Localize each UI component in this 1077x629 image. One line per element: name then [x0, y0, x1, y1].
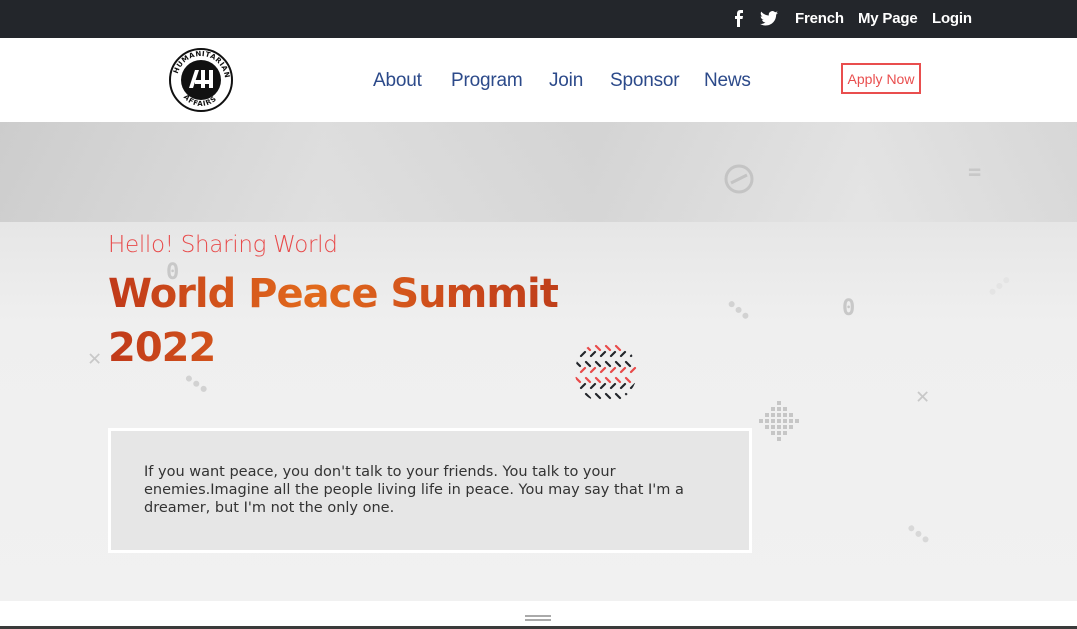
login-link[interactable]: Login [932, 10, 972, 27]
language-link[interactable]: French [795, 10, 844, 27]
hero-background-image [0, 122, 1077, 222]
decorative-dot-diamond [759, 401, 799, 441]
nav-program[interactable]: Program [451, 70, 523, 92]
decorative-circle-icon [724, 164, 754, 194]
section-divider [0, 601, 1077, 629]
hero-kicker: Hello! Sharing World [108, 232, 338, 258]
decorative-dots [180, 374, 208, 400]
site-header: HUMANITARIAN AFFAIRS About Program Join … [0, 38, 1077, 122]
decorative-dots [902, 524, 930, 550]
twitter-icon[interactable] [760, 11, 778, 31]
apply-now-button[interactable]: Apply Now [841, 63, 921, 94]
decorative-dots [722, 299, 750, 327]
humanitarian-affairs-logo[interactable]: HUMANITARIAN AFFAIRS [169, 48, 233, 112]
nav-join[interactable]: Join [549, 70, 583, 92]
decorative-x-mark: ✕ [88, 346, 102, 371]
quote-text: If you want peace, you don't talk to you… [144, 464, 684, 516]
decorative-x-mark: ✕ [916, 384, 930, 409]
top-bar: French My Page Login [0, 0, 1077, 38]
drag-handle-icon[interactable] [525, 615, 551, 621]
nav-about[interactable]: About [373, 70, 422, 92]
nav-news[interactable]: News [704, 70, 751, 92]
decorative-dots [988, 275, 1016, 303]
nav-sponsor[interactable]: Sponsor [610, 70, 680, 92]
my-page-link[interactable]: My Page [858, 10, 918, 27]
decorative-equals: = [968, 160, 982, 185]
hero-banner: 0 0 = ✕ ✕ [0, 122, 1077, 601]
decorative-zero: 0 [842, 296, 856, 321]
quote-card: If you want peace, you don't talk to you… [108, 428, 752, 553]
hero-title: World Peace Summit 2022 [108, 267, 628, 375]
facebook-icon[interactable] [733, 10, 745, 32]
